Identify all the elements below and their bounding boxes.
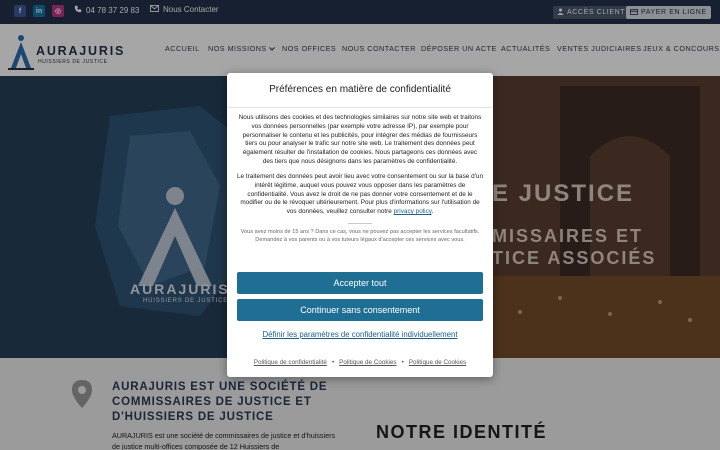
privacy-policy-link[interactable]: privacy policy <box>394 208 432 215</box>
footer-link-cookies[interactable]: Politique de Cookies <box>339 359 396 366</box>
consent-paragraph-1: Nous utilisons des cookies et des techno… <box>238 114 482 166</box>
consent-paragraph-2: Le traitement des données peut avoir lie… <box>237 173 483 217</box>
minor-notice: Vous avez moins de 15 ans ? Dans ce cas,… <box>240 229 480 244</box>
customize-privacy-link[interactable]: Définir les paramètres de confidentialit… <box>227 330 493 339</box>
consent-footer-links: Politique de confidentialité • Politique… <box>227 359 493 366</box>
consent-dialog: Préférences en matière de confidentialit… <box>227 73 493 377</box>
consent-paragraph-2-text: Le traitement des données peut avoir lie… <box>237 172 483 216</box>
footer-link-privacy[interactable]: Politique de confidentialité <box>254 359 327 366</box>
consent-divider <box>227 107 493 108</box>
consent-title: Préférences en matière de confidentialit… <box>269 84 451 95</box>
consent-body: Nous utilisons des cookies et des techno… <box>237 114 483 250</box>
continue-without-consent-button[interactable]: Continuer sans consentement <box>237 299 483 321</box>
consent-paragraph-2-end: . <box>431 208 434 216</box>
footer-link-cookies-2[interactable]: Politique de Cookies <box>409 359 466 366</box>
accept-all-button[interactable]: Accepter tout <box>237 272 483 294</box>
bullet-icon: • <box>331 359 335 366</box>
bullet-icon: • <box>401 359 404 366</box>
consent-separator <box>348 223 372 225</box>
